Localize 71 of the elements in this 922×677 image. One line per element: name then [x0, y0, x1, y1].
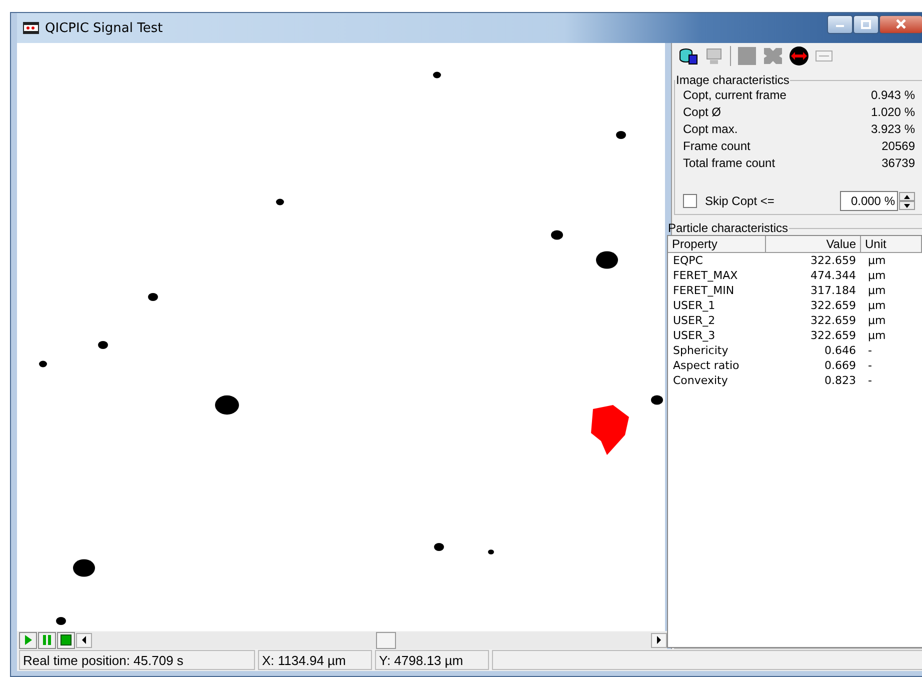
- database-icon[interactable]: [678, 47, 698, 65]
- spin-down-button[interactable]: [899, 201, 915, 210]
- scroll-thumb[interactable]: [376, 632, 396, 648]
- horizontal-scrollbar[interactable]: [76, 632, 667, 648]
- characteristic-label: Copt max.: [683, 121, 738, 138]
- property-cell-text: Sphericity: [672, 343, 730, 358]
- unit-cell-text: µm: [867, 268, 886, 283]
- property-cell-text: Aspect ratio: [672, 358, 740, 373]
- unit-cell-text: -: [867, 343, 872, 358]
- unit-cell-text: µm: [867, 328, 886, 343]
- unit-cell-text: -: [867, 358, 872, 373]
- property-cell-text: FERET_MIN: [672, 283, 736, 298]
- left-arrow-icon: [81, 636, 87, 644]
- scroll-right-button[interactable]: [651, 632, 667, 648]
- value-cell-text: 0.669: [824, 358, 856, 373]
- value-cell-text: 474.344: [810, 268, 856, 283]
- unit-cell-text: µm: [867, 253, 886, 268]
- characteristic-label: Frame count: [683, 138, 750, 155]
- threshold-field[interactable]: 0.000 %: [840, 191, 898, 211]
- property-cell-text: FERET_MAX: [672, 268, 739, 283]
- characteristic-value: 3.923 %: [870, 121, 915, 138]
- close-icon: [895, 19, 907, 29]
- checkbox[interactable]: [683, 194, 697, 208]
- scroll-left-button[interactable]: [76, 632, 92, 648]
- app-icon: [23, 22, 39, 34]
- maximize-button[interactable]: [853, 14, 879, 34]
- down-arrow-icon: [904, 204, 910, 208]
- value-cell-text: 322.659: [810, 313, 856, 328]
- value-cell-text: 0.823: [824, 373, 856, 388]
- characteristic-label: Copt, current frame: [683, 87, 786, 104]
- window-title: QICPIC Signal Test: [45, 20, 163, 36]
- value-cell-text: 0.646: [824, 343, 856, 358]
- stop-button[interactable]: [57, 632, 75, 648]
- characteristic-label: Copt Ø: [683, 104, 722, 121]
- unit-cell-text: µm: [867, 283, 886, 298]
- maximize-icon: [861, 20, 871, 28]
- play-button[interactable]: [19, 632, 37, 648]
- unit-cell-text: -: [867, 373, 872, 388]
- minimize-button[interactable]: [827, 14, 853, 34]
- characteristic-label: Total frame count: [683, 155, 776, 172]
- column-header[interactable]: Value: [766, 236, 861, 252]
- group-title: Particle characteristics: [667, 221, 790, 235]
- status-field: Y: 4798.13 µm: [375, 650, 489, 670]
- property-cell-text: EQPC: [672, 253, 704, 268]
- characteristic-value: 36739: [882, 155, 915, 172]
- property-cell-text: Convexity: [672, 373, 729, 388]
- value-cell-text: 322.659: [810, 328, 856, 343]
- characteristic-value: 20569: [882, 138, 915, 155]
- characteristic-value: 1.020 %: [870, 104, 915, 121]
- property-cell-text: USER_3: [672, 328, 716, 343]
- column-header[interactable]: Unit: [861, 236, 922, 252]
- value-cell-text: 317.184: [810, 283, 856, 298]
- group-title: Image characteristics: [675, 73, 790, 87]
- stop-icon: [60, 634, 72, 646]
- characteristic-value: 0.943 %: [870, 87, 915, 104]
- checkbox-label: Skip Copt <=: [705, 194, 774, 208]
- status-field: Real time position: 45.709 s: [19, 650, 255, 670]
- pause-icon: [42, 634, 52, 646]
- status-field: X: 1134.94 µm: [258, 650, 372, 670]
- right-arrow-icon: [656, 636, 662, 644]
- property-cell-text: USER_2: [672, 313, 716, 328]
- value-cell-text: 322.659: [810, 298, 856, 313]
- column-header[interactable]: Property: [668, 236, 766, 252]
- play-icon: [23, 634, 33, 646]
- value-cell-text: 322.659: [810, 253, 856, 268]
- unit-cell-text: µm: [867, 298, 886, 313]
- up-arrow-icon: [904, 194, 910, 198]
- property-cell-text: USER_1: [672, 298, 716, 313]
- close-button[interactable]: [879, 14, 922, 34]
- unit-cell-text: µm: [867, 313, 886, 328]
- spin-up-button[interactable]: [899, 192, 915, 201]
